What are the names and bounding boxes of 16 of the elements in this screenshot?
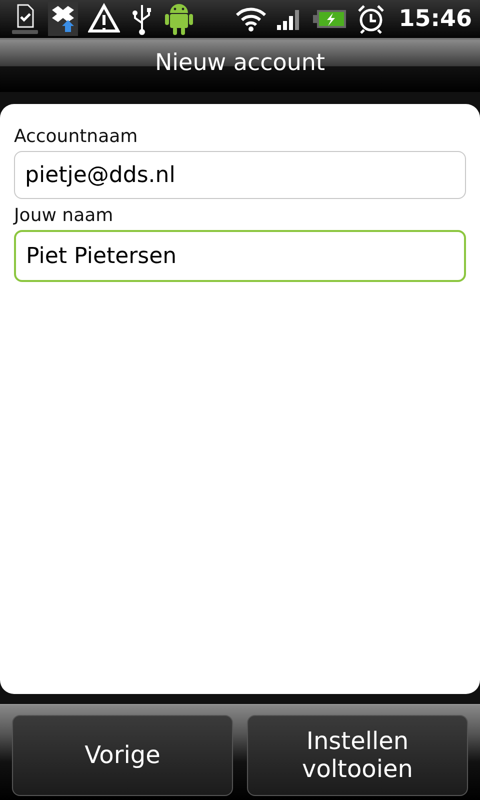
download-done-icon	[12, 3, 38, 35]
battery-charging-icon	[312, 9, 347, 29]
warning-icon	[88, 3, 120, 35]
input-field[interactable]: pietje@dds.nl	[14, 151, 466, 199]
clock-time: 15:46	[398, 6, 472, 32]
action-button[interactable]: Vorige	[12, 715, 233, 796]
box-upload-icon	[48, 2, 78, 36]
field-label: Accountnaam	[14, 126, 138, 147]
android-robot-icon	[164, 1, 194, 37]
input-field[interactable]: Piet Pietersen	[14, 230, 466, 282]
alarm-clock-icon	[356, 4, 385, 34]
action-button[interactable]: Instellen voltooien	[247, 715, 468, 796]
field-label: Jouw naam	[14, 205, 114, 226]
wifi-icon	[234, 6, 267, 32]
screen-title: Nieuw account	[154, 50, 326, 76]
usb-icon	[130, 3, 154, 35]
